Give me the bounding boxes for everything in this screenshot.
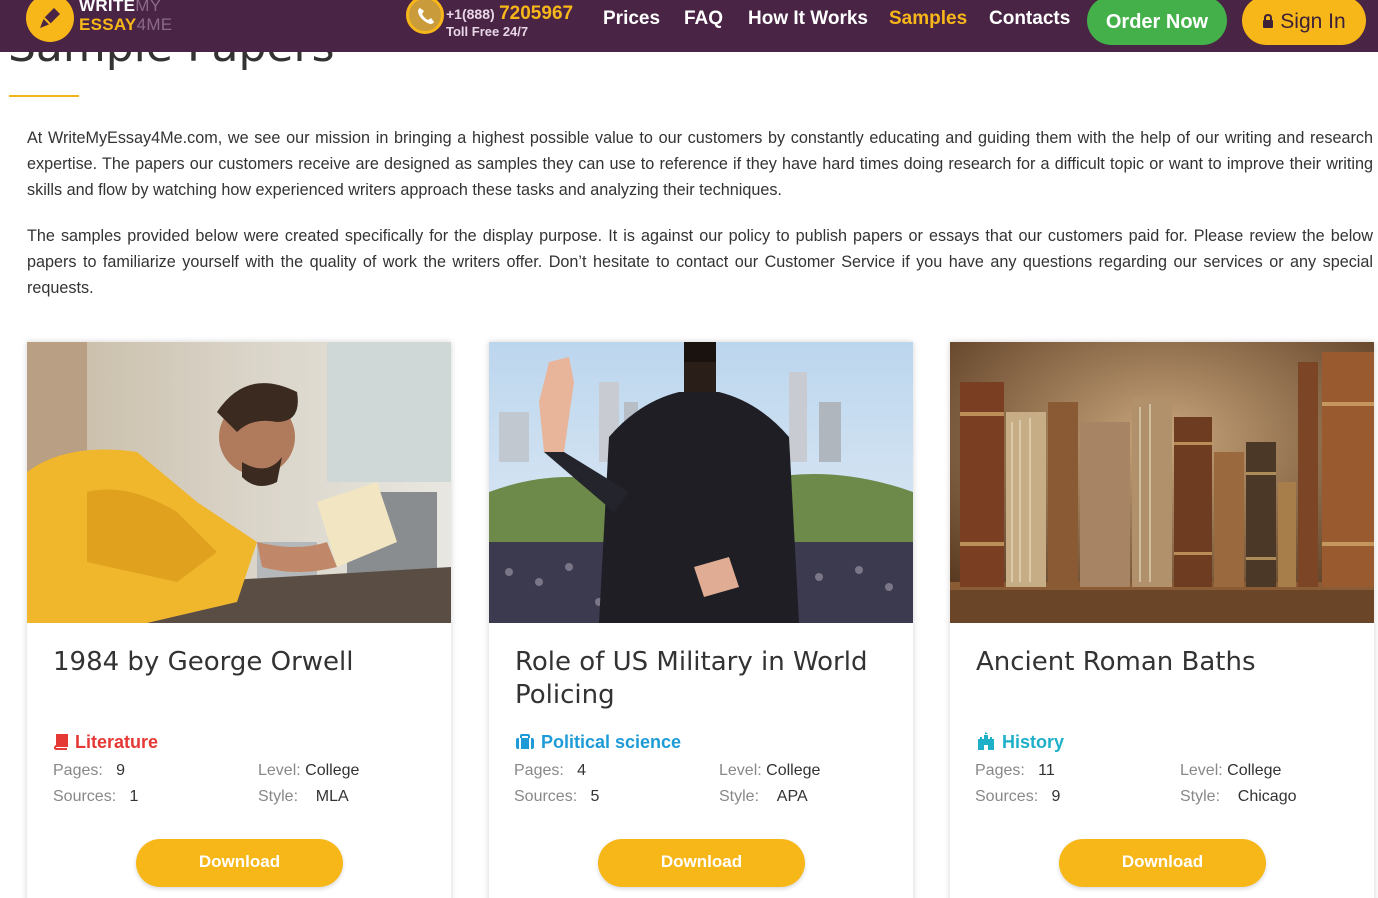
intro-paragraph-1: At WriteMyEssay4Me.com, we see our missi… <box>27 129 1373 199</box>
castle-icon <box>976 732 996 755</box>
logo-text[interactable]: WRITEMY ESSAY4ME <box>79 0 172 34</box>
sample-card-1: 1984 by George Orwell Literature Pages: … <box>27 342 451 898</box>
sample-card-2: Role of US Military in World Policing Po… <box>489 342 913 898</box>
nav-prices[interactable]: Prices <box>603 8 660 30</box>
pages-info: Pages: 9 <box>53 762 126 779</box>
intro-paragraph-2: The samples provided below were created … <box>27 227 1373 297</box>
pages-info: Pages: 4 <box>514 762 587 779</box>
style-info: Style: MLA <box>258 788 349 805</box>
download-button[interactable]: Download <box>598 839 805 887</box>
download-button[interactable]: Download <box>136 839 343 887</box>
sign-in-button[interactable]: Sign In <box>1242 0 1366 45</box>
book-icon <box>53 734 69 755</box>
card-title[interactable]: 1984 by George Orwell <box>53 646 433 679</box>
sources-info: Sources: 9 <box>975 788 1061 805</box>
sign-in-label: Sign In <box>1280 10 1346 33</box>
download-button[interactable]: Download <box>1059 839 1266 887</box>
card-subject: Literature <box>53 732 158 755</box>
nav-samples[interactable]: Samples <box>889 8 967 30</box>
level-info: Level: College <box>1180 762 1282 779</box>
level-info: Level: College <box>719 762 821 779</box>
style-info: Style: APA <box>719 788 808 805</box>
phone-icon <box>406 0 444 34</box>
nav-faq[interactable]: FAQ <box>684 8 723 30</box>
sources-info: Sources: 5 <box>514 788 600 805</box>
card-title[interactable]: Ancient Roman Baths <box>976 646 1356 679</box>
nav-how-it-works[interactable]: How It Works <box>748 8 868 30</box>
title-underline <box>9 95 79 97</box>
nav-contacts[interactable]: Contacts <box>989 8 1070 30</box>
lock-icon <box>1262 0 1274 49</box>
order-now-button[interactable]: Order Now <box>1087 0 1227 45</box>
site-header: WRITEMY ESSAY4ME +1(888) 7205967 Toll Fr… <box>0 0 1378 52</box>
style-info: Style: Chicago <box>1180 788 1297 805</box>
toll-free-label: Toll Free 24/7 <box>446 24 529 39</box>
card-image-old-books <box>950 342 1374 623</box>
logo-pen-icon[interactable] <box>26 0 74 42</box>
card-subject: History <box>976 732 1064 755</box>
sample-card-3: Ancient Roman Baths History Pages: 11 So… <box>950 342 1374 898</box>
card-image-student-reading <box>27 342 451 623</box>
card-image-oath-crossed-fingers <box>489 342 913 623</box>
level-info: Level: College <box>258 762 360 779</box>
card-subject: Political science <box>515 732 681 755</box>
pages-info: Pages: 11 <box>975 762 1055 779</box>
sources-info: Sources: 1 <box>53 788 139 805</box>
card-title[interactable]: Role of US Military in World Policing <box>515 646 895 712</box>
briefcase-icon <box>515 734 535 755</box>
phone-number[interactable]: +1(888) 7205967 Toll Free 24/7 <box>446 3 573 39</box>
